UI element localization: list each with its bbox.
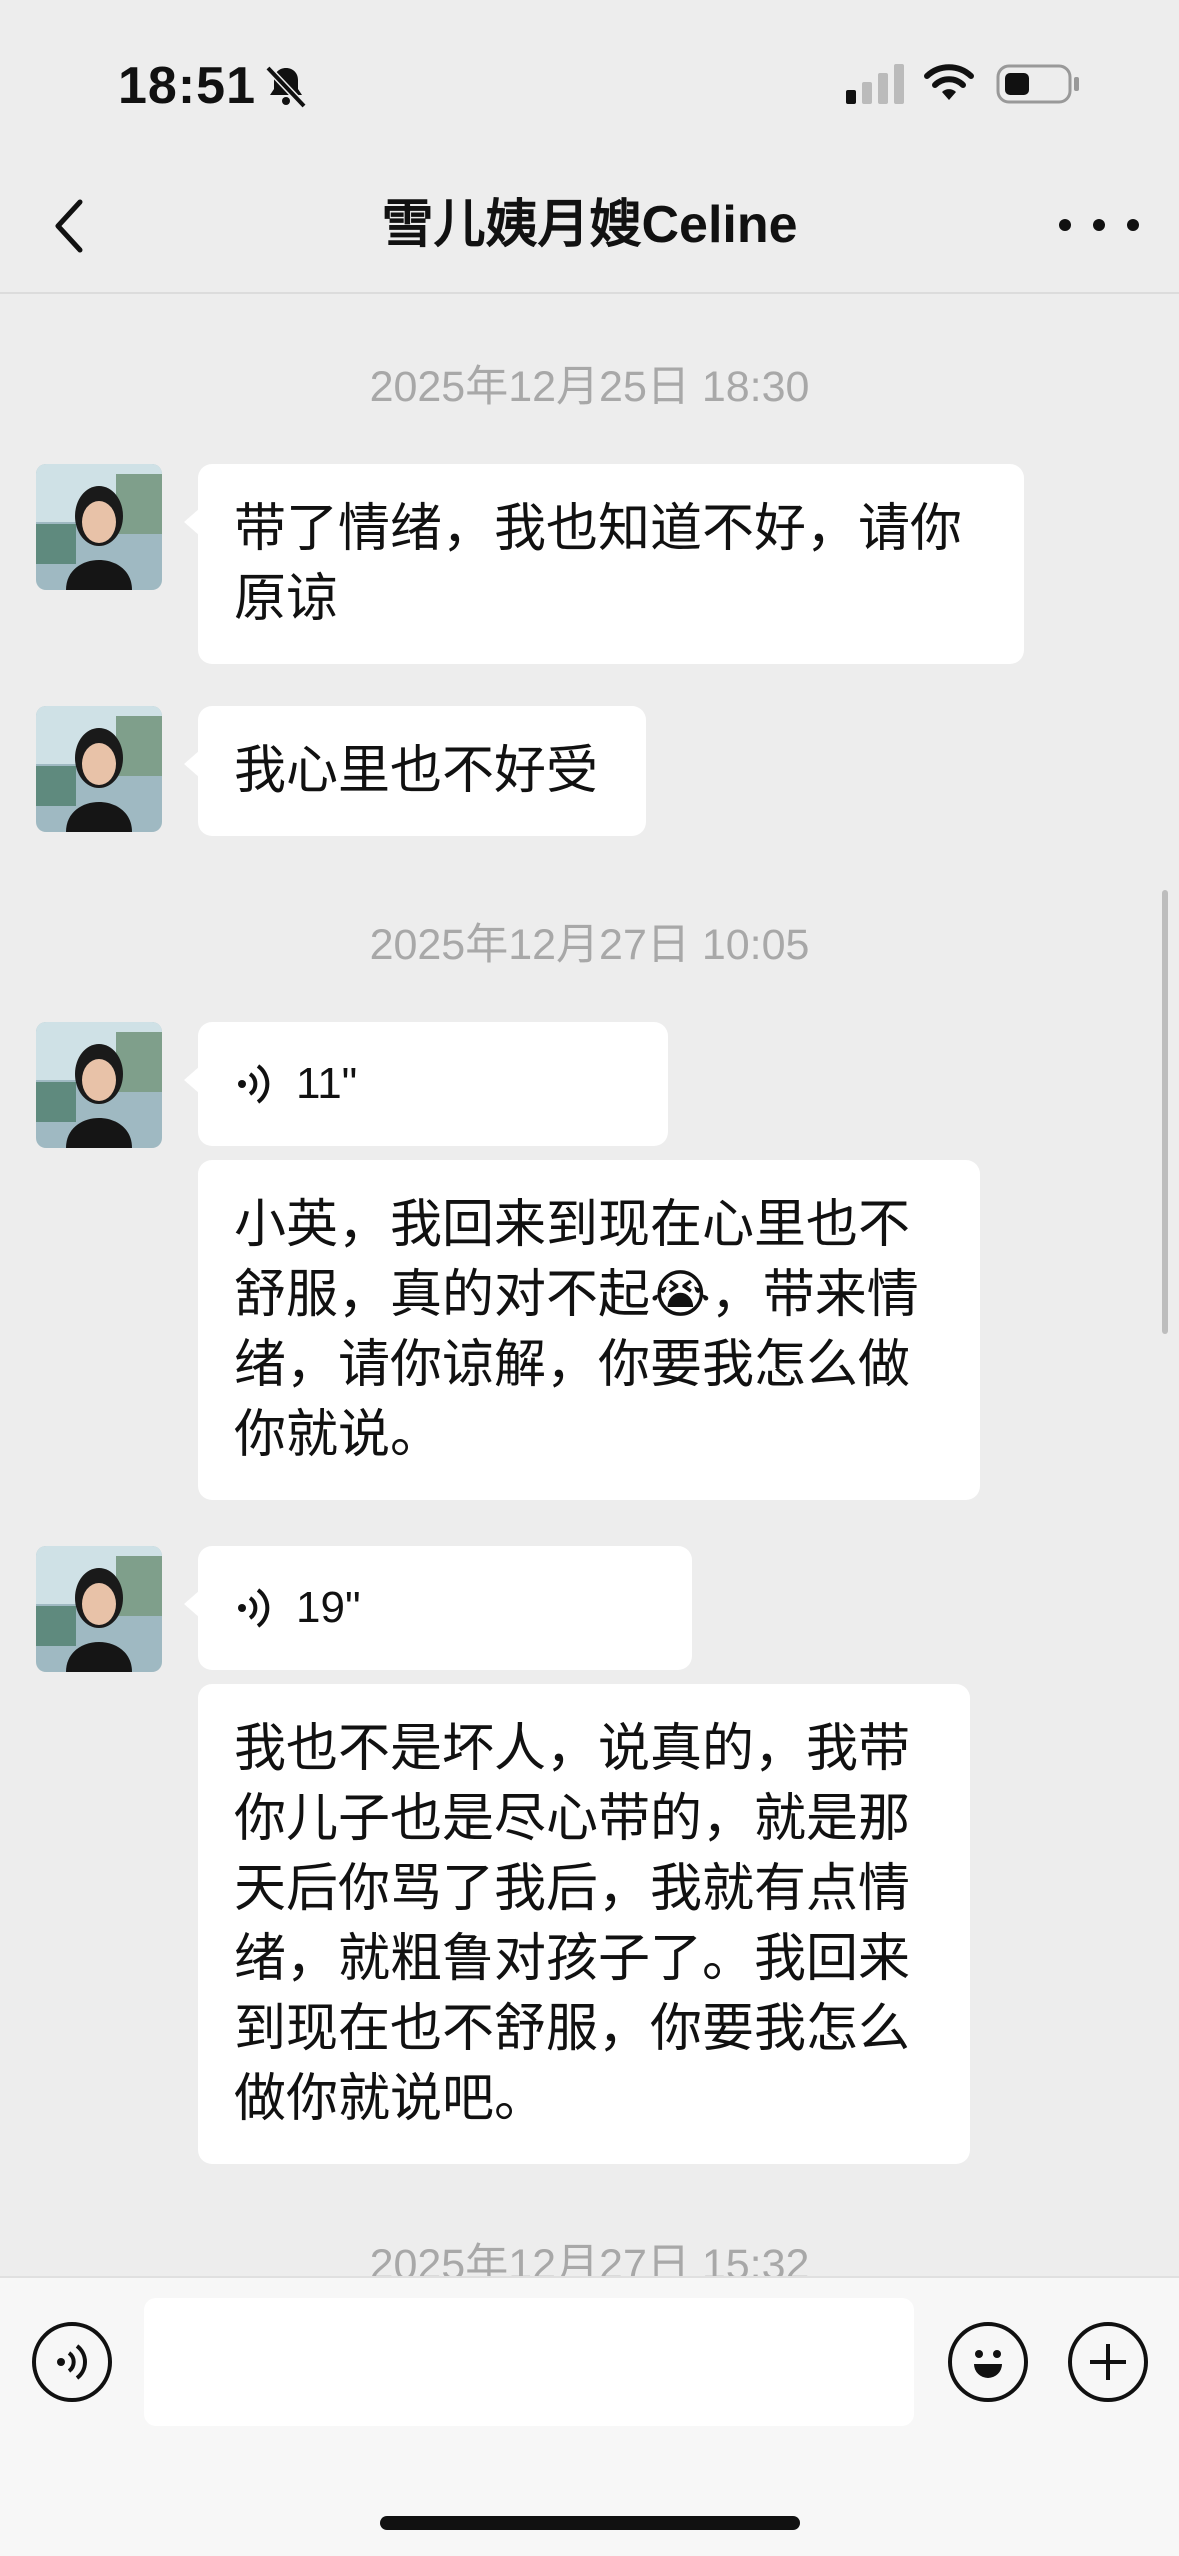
message-timestamp: 2025年12月25日 18:30 <box>369 363 810 411</box>
plus-icon[interactable] <box>1068 2322 1148 2402</box>
message-input[interactable] <box>144 2298 914 2426</box>
message-text-line: 做你就说吧。 <box>234 2070 547 2128</box>
message-timestamp: 2025年12月27日 15:32 <box>369 2241 810 2276</box>
message-bubble[interactable]: 小英，我回来到现在心里也不 舒服，真的对不起😭，带来情 绪，请你谅解，你要我怎么… <box>198 1160 980 1500</box>
chat-header: 雪儿姨月嫂Celine <box>0 160 1179 294</box>
avatar[interactable] <box>36 1546 162 1672</box>
voice-duration: 19" <box>296 1583 361 1632</box>
wifi-icon <box>924 64 974 100</box>
avatar[interactable] <box>36 706 162 832</box>
home-indicator[interactable] <box>380 2516 800 2530</box>
voice-duration: 11" <box>296 1059 358 1108</box>
cellular-signal-icon <box>846 64 904 104</box>
message-text-line: 小英，我回来到现在心里也不 <box>234 1196 911 1254</box>
message-text-line: 天后你骂了我后，我就有点情 <box>234 1860 911 1918</box>
voice-message-bubble[interactable]: 19" <box>184 1546 692 1670</box>
avatar[interactable] <box>36 464 162 590</box>
voice-input-icon[interactable] <box>32 2322 112 2402</box>
voice-wave-icon <box>238 1064 270 1104</box>
message-text-line: 绪，就粗鲁对孩子了。我回来 <box>234 1930 911 1988</box>
chat-title: 雪儿姨月嫂Celine <box>381 196 798 254</box>
avatar[interactable] <box>36 1022 162 1148</box>
status-bar: 18:51 <box>0 0 1179 160</box>
voice-message-bubble[interactable]: 11" <box>184 1022 668 1146</box>
emoji-icon[interactable] <box>948 2322 1028 2402</box>
message-bubble[interactable]: 我心里也不好受 <box>184 706 646 836</box>
message-list[interactable]: 2025年12月25日 18:30 带了情绪，我也知道不好，请你 原谅 我心里也… <box>0 296 1179 2276</box>
message-bubble[interactable]: 带了情绪，我也知道不好，请你 原谅 <box>184 464 1024 664</box>
input-bar <box>0 2276 1179 2556</box>
voice-wave-icon <box>238 1588 270 1628</box>
bell-muted-icon <box>265 65 307 109</box>
status-time: 18:51 <box>118 57 256 115</box>
message-text-line: 舒服，真的对不起😭，带来情 <box>234 1266 919 1324</box>
scrollbar[interactable] <box>1162 890 1168 1334</box>
message-timestamp: 2025年12月27日 10:05 <box>369 921 810 969</box>
message-text-line: 原谅 <box>234 570 339 628</box>
message-text-line: 你就说。 <box>234 1406 443 1464</box>
battery-icon <box>996 64 1079 104</box>
message-text-line: 带了情绪，我也知道不好，请你 <box>234 500 963 558</box>
message-text-line: 我也不是坏人，说真的，我带 <box>234 1720 911 1778</box>
message-text-line: 我心里也不好受 <box>234 742 599 800</box>
message-text-line: 到现在也不舒服，你要我怎么 <box>234 2000 911 2058</box>
more-dots-icon[interactable] <box>1059 200 1139 250</box>
message-text-line: 你儿子也是尽心带的，就是那 <box>234 1790 911 1848</box>
message-bubble[interactable]: 我也不是坏人，说真的，我带 你儿子也是尽心带的，就是那 天后你骂了我后，我就有点… <box>198 1684 970 2164</box>
message-text-line: 绪，请你谅解，你要我怎么做 <box>234 1336 911 1394</box>
